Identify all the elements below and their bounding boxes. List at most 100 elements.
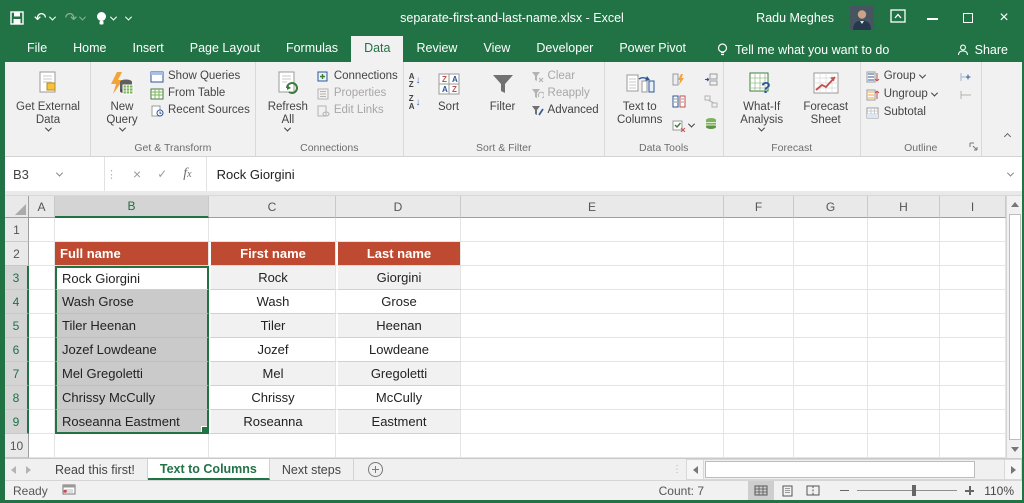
- zoom-in-button[interactable]: [965, 486, 974, 495]
- cell[interactable]: [461, 314, 724, 338]
- cell[interactable]: [868, 242, 940, 266]
- cell[interactable]: [29, 434, 55, 458]
- cell[interactable]: [724, 434, 794, 458]
- show-detail-icon[interactable]: [959, 71, 971, 83]
- cell-c7[interactable]: Mel: [209, 362, 336, 386]
- ungroup-rows-button[interactable]: Ungroup: [866, 88, 971, 101]
- remove-duplicates-icon[interactable]: [672, 95, 694, 111]
- cell[interactable]: [794, 386, 868, 410]
- cell[interactable]: [940, 338, 1006, 362]
- cell-d8[interactable]: McCully: [336, 386, 461, 410]
- zoom-level[interactable]: 110%: [982, 484, 1014, 498]
- cell-c8[interactable]: Chrissy: [209, 386, 336, 410]
- expand-formula-bar-button[interactable]: [998, 157, 1022, 191]
- get-external-data-button[interactable]: Get External Data: [11, 67, 85, 134]
- cell[interactable]: [794, 434, 868, 458]
- cell[interactable]: [724, 338, 794, 362]
- horizontal-scrollbar[interactable]: ⋮: [668, 459, 1022, 480]
- cell[interactable]: [461, 338, 724, 362]
- prev-sheet-button[interactable]: [11, 466, 16, 474]
- cell-d5[interactable]: Heenan: [336, 314, 461, 338]
- sheet-tab-next-steps[interactable]: Next steps: [270, 459, 354, 480]
- data-validation-icon[interactable]: [672, 117, 694, 133]
- cell[interactable]: [724, 290, 794, 314]
- column-header-b[interactable]: B: [55, 196, 209, 218]
- sheet-tab-text-to-columns[interactable]: Text to Columns: [148, 459, 270, 480]
- tab-developer[interactable]: Developer: [523, 36, 606, 62]
- column-header-i[interactable]: I: [940, 196, 1006, 218]
- cell[interactable]: [29, 290, 55, 314]
- tab-page-layout[interactable]: Page Layout: [177, 36, 273, 62]
- relationships-icon[interactable]: [704, 95, 718, 111]
- cell[interactable]: [336, 218, 461, 242]
- cell[interactable]: [940, 434, 1006, 458]
- cell[interactable]: [55, 218, 209, 242]
- sort-button[interactable]: ZAAZ Sort: [423, 67, 475, 116]
- tab-data[interactable]: Data: [351, 36, 403, 62]
- cell[interactable]: [724, 410, 794, 434]
- cell[interactable]: [868, 218, 940, 242]
- cell[interactable]: [29, 362, 55, 386]
- cell[interactable]: [794, 338, 868, 362]
- manage-data-model-icon[interactable]: [704, 117, 718, 133]
- row-header-4[interactable]: 4: [5, 290, 29, 314]
- cell[interactable]: [868, 290, 940, 314]
- cell[interactable]: [724, 266, 794, 290]
- user-name[interactable]: Radu Meghes: [756, 11, 834, 25]
- row-header-10[interactable]: 10: [5, 434, 29, 458]
- row-header-3[interactable]: 3: [5, 266, 29, 290]
- column-header-e[interactable]: E: [461, 196, 724, 218]
- cell[interactable]: [724, 218, 794, 242]
- cell-b6[interactable]: Jozef Lowdeane: [55, 338, 209, 362]
- connections-button[interactable]: Connections: [317, 70, 398, 83]
- column-header-f[interactable]: F: [724, 196, 794, 218]
- new-query-button[interactable]: New Query: [96, 67, 148, 134]
- row-header-7[interactable]: 7: [5, 362, 29, 386]
- active-cell-b3[interactable]: Rock Giorgini: [55, 266, 209, 290]
- zoom-out-button[interactable]: [840, 490, 849, 492]
- show-queries-button[interactable]: Show Queries: [150, 70, 250, 83]
- dialog-launcher-icon[interactable]: [969, 142, 978, 154]
- cell[interactable]: [29, 338, 55, 362]
- cell[interactable]: [794, 266, 868, 290]
- zoom-slider-handle[interactable]: [912, 485, 916, 496]
- new-sheet-button[interactable]: [368, 462, 383, 477]
- cell[interactable]: [940, 362, 1006, 386]
- cell[interactable]: [724, 314, 794, 338]
- consolidate-icon[interactable]: [704, 73, 718, 89]
- subtotal-button[interactable]: Subtotal: [866, 106, 971, 119]
- cell-d6[interactable]: Lowdeane: [336, 338, 461, 362]
- cell[interactable]: [461, 362, 724, 386]
- name-box[interactable]: B3: [5, 157, 105, 191]
- cell[interactable]: [794, 314, 868, 338]
- cell[interactable]: [794, 290, 868, 314]
- insert-function-icon[interactable]: fx: [183, 166, 191, 182]
- column-header-g[interactable]: G: [794, 196, 868, 218]
- column-header-a[interactable]: A: [29, 196, 55, 218]
- cell[interactable]: [461, 290, 724, 314]
- cell[interactable]: [336, 434, 461, 458]
- table-header-last-name[interactable]: Last name: [336, 242, 461, 266]
- scroll-up-button[interactable]: [1007, 196, 1022, 213]
- cancel-entry-icon[interactable]: ×: [133, 166, 141, 182]
- row-header-8[interactable]: 8: [5, 386, 29, 410]
- cell[interactable]: [29, 410, 55, 434]
- page-break-preview-button[interactable]: [800, 481, 826, 500]
- vertical-scroll-thumb[interactable]: [1009, 214, 1021, 440]
- cell-b8[interactable]: Chrissy McCully: [55, 386, 209, 410]
- cell-d9[interactable]: Eastment: [336, 410, 461, 434]
- cell-b7[interactable]: Mel Gregoletti: [55, 362, 209, 386]
- scroll-left-button[interactable]: [686, 459, 704, 480]
- cell[interactable]: [868, 314, 940, 338]
- scroll-down-button[interactable]: [1007, 441, 1022, 458]
- next-sheet-button[interactable]: [26, 466, 31, 474]
- cell[interactable]: [461, 266, 724, 290]
- from-table-button[interactable]: From Table: [150, 87, 250, 100]
- cell[interactable]: [29, 314, 55, 338]
- cell[interactable]: [940, 218, 1006, 242]
- cell[interactable]: [461, 410, 724, 434]
- forecast-sheet-button[interactable]: Forecast Sheet: [797, 67, 855, 129]
- row-header-6[interactable]: 6: [5, 338, 29, 362]
- cell-c4[interactable]: Wash: [209, 290, 336, 314]
- tab-formulas[interactable]: Formulas: [273, 36, 351, 62]
